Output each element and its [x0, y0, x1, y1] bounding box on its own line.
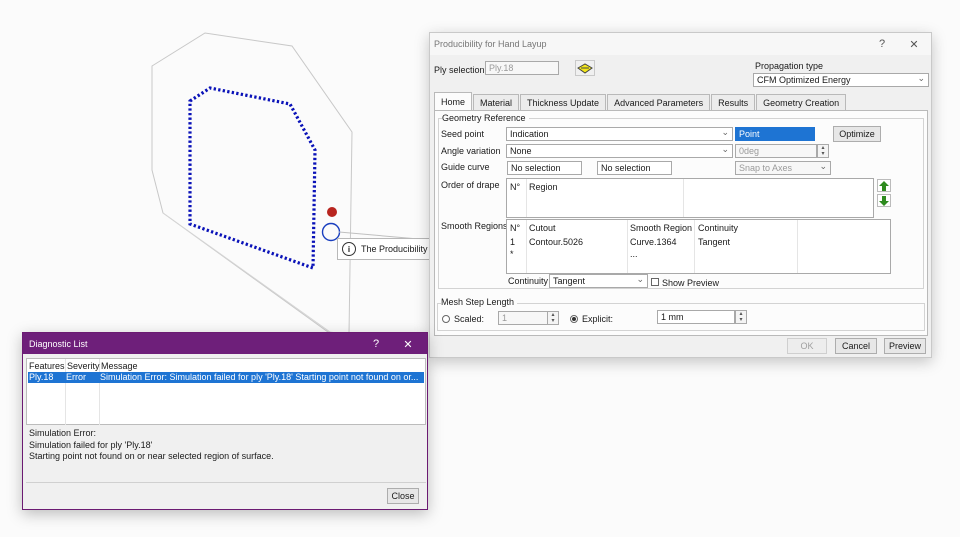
column-divider [683, 179, 684, 217]
point-field[interactable]: Point [735, 127, 815, 141]
row-severity: Error [66, 372, 86, 382]
seed-point-select[interactable]: Indication [506, 127, 733, 141]
drape-header-region: Region [529, 182, 558, 192]
row-feature: Ply.18 [29, 372, 54, 382]
close-button[interactable]: ✕ [901, 33, 927, 55]
arrow-down-icon [879, 195, 889, 206]
seed-point-marker [327, 207, 337, 217]
tab-home[interactable]: Home [434, 92, 473, 111]
guide-curve-field-2[interactable]: No selection [597, 161, 672, 175]
dialog-titlebar[interactable]: Producibility for Hand Layup ? ✕ [430, 33, 931, 55]
show-preview-row-label: Show Preview [662, 278, 720, 288]
close-icon[interactable]: ✕ [395, 333, 421, 355]
arrow-up-icon [879, 180, 889, 191]
smooth-header-continuity: Continuity [698, 223, 739, 233]
explicit-radio[interactable] [570, 315, 578, 323]
scaled-label: Scaled: [454, 314, 485, 324]
cancel-button[interactable]: Cancel [835, 338, 877, 354]
help-button[interactable]: ? [363, 333, 389, 355]
move-down-button[interactable] [877, 194, 891, 207]
smooth-regions-label: Smooth Regions [441, 221, 508, 231]
tab-results[interactable]: Results [711, 94, 756, 111]
scaled-spinner[interactable]: ▴ ▾ [547, 311, 559, 325]
propagation-type-label: Propagation type [755, 61, 824, 71]
move-up-button[interactable] [877, 179, 891, 192]
column-divider [797, 220, 798, 273]
producibility-callout[interactable]: i The Producibility [337, 238, 433, 260]
explicit-label: Explicit: [582, 314, 614, 324]
info-icon: i [342, 242, 356, 256]
column-divider [526, 220, 527, 273]
table-row[interactable]: Ply.18 Error Simulation Error: Simulatio… [28, 372, 424, 383]
column-divider [694, 220, 695, 273]
preview-button[interactable]: Preview [884, 338, 926, 354]
angle-spinner[interactable]: ▴ ▾ [817, 144, 829, 158]
diagnostic-detail: Simulation Error: Simulation failed for … [29, 428, 274, 463]
ply-contour [188, 86, 317, 271]
tab-material[interactable]: Material [473, 94, 520, 111]
table-cell[interactable]: Curve.1364 [630, 237, 677, 247]
tab-advanced-parameters[interactable]: Advanced Parameters [607, 94, 711, 111]
help-button[interactable]: ? [869, 33, 895, 55]
ply-selection-label: Ply selection [434, 65, 485, 75]
diagnostic-titlebar[interactable]: Diagnostic List ? ✕ [23, 333, 427, 354]
smooth-header-number: N° [510, 223, 521, 233]
close-button[interactable]: Close [387, 488, 419, 504]
ok-button[interactable]: OK [787, 338, 827, 354]
geometry-reference-title: Geometry Reference [442, 113, 529, 123]
guide-curve-field-1[interactable]: No selection [507, 161, 582, 175]
seed-point-label: Seed point [441, 129, 485, 139]
explicit-value-field[interactable]: 1 mm [657, 310, 735, 324]
explicit-spinner[interactable]: ▴ ▾ [735, 310, 747, 324]
continuity-row-select[interactable]: Tangent [549, 274, 648, 288]
header-features: Features [29, 361, 65, 371]
angle-variation-label: Angle variation [441, 146, 501, 156]
column-divider [65, 359, 66, 425]
smooth-regions-table[interactable]: N° Cutout Smooth Region Continuity 1 Con… [506, 219, 891, 274]
surface-outline [151, 32, 353, 335]
order-of-drape-list[interactable]: N° Region [506, 178, 874, 218]
tab-thickness-update[interactable]: Thickness Update [520, 94, 607, 111]
angle-value-field[interactable]: 0deg [735, 144, 817, 158]
angle-variation-select[interactable]: None [506, 144, 733, 158]
divider [26, 482, 426, 483]
scaled-value-field[interactable]: 1 [498, 311, 548, 325]
propagation-type-select[interactable]: CFM Optimized Energy [753, 73, 929, 87]
header-message: Message [101, 361, 138, 371]
order-of-drape-label: Order of drape [441, 180, 500, 190]
detail-line: Simulation failed for ply 'Ply.18' [29, 439, 153, 450]
detail-line: Simulation Error: [29, 428, 97, 438]
optimize-button[interactable]: Optimize [833, 126, 881, 142]
mesh-step-title: Mesh Step Length [441, 297, 518, 307]
table-cell[interactable]: * [510, 249, 514, 259]
table-cell[interactable]: Contour.5026 [529, 237, 583, 247]
table-cell[interactable]: ... [630, 249, 638, 259]
table-cell[interactable]: 1 [510, 237, 515, 247]
header-severity: Severity [67, 361, 100, 371]
ply-selection-field[interactable]: Ply.18 [485, 61, 559, 75]
callout-text: The Producibility [361, 244, 428, 254]
diagnostic-list-dialog: Diagnostic List ? ✕ Features Severity Me… [22, 332, 428, 510]
select-arrow-icon [577, 62, 593, 74]
smooth-header-cutout: Cutout [529, 223, 556, 233]
drape-header-number: N° [510, 182, 521, 192]
detail-line: Starting point not found on or near sele… [29, 451, 274, 461]
tab-geometry-creation[interactable]: Geometry Creation [756, 94, 847, 111]
ply-select-button[interactable] [575, 60, 595, 76]
dialog-title: Producibility for Hand Layup [434, 39, 547, 49]
row-message: Simulation Error: Simulation failed for … [100, 372, 419, 382]
diagnostic-table[interactable]: Features Severity Message Ply.18 Error S… [26, 358, 426, 425]
table-cell[interactable]: Tangent [698, 237, 730, 247]
column-divider [627, 220, 628, 273]
guide-curve-label: Guide curve [441, 162, 490, 172]
show-preview-row-checkbox[interactable] [651, 278, 659, 286]
column-divider [526, 179, 527, 217]
snap-to-axes-select[interactable]: Snap to Axes [735, 161, 831, 175]
continuity-row-label: Continuity [508, 276, 549, 286]
producibility-dialog: Producibility for Hand Layup ? ✕ Ply sel… [429, 32, 932, 358]
diagnostic-title: Diagnostic List [29, 338, 88, 349]
smooth-header-region: Smooth Region [630, 223, 693, 233]
tab-bar: Home Material Thickness Update Advanced … [434, 92, 847, 111]
scaled-radio[interactable] [442, 315, 450, 323]
